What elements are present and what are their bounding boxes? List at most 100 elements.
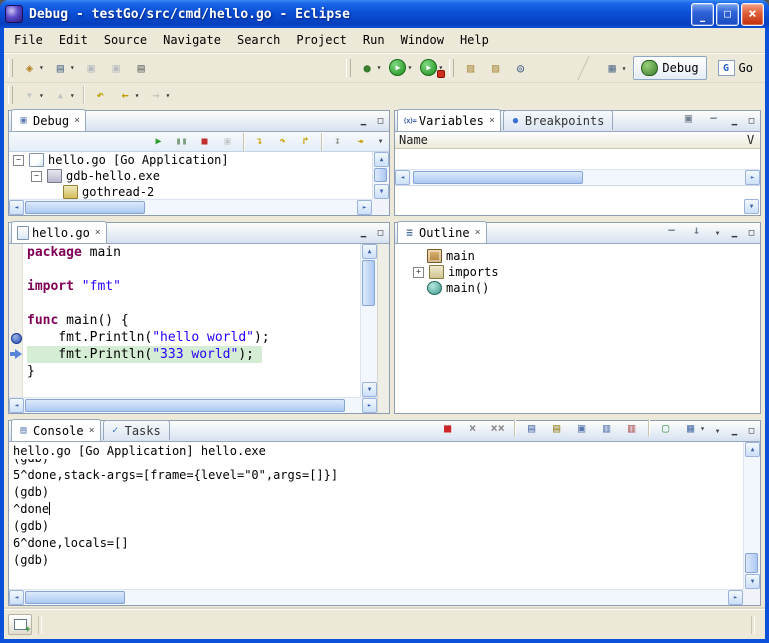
console-output[interactable]: (gdb)5^done,stack-args=[frame={level="0"… — [9, 459, 743, 589]
terminate-button[interactable]: ■ — [436, 415, 459, 441]
scroll-left-button[interactable]: ◄ — [395, 170, 410, 185]
close-icon[interactable]: × — [89, 425, 95, 436]
maximize-view-button[interactable]: □ — [372, 114, 389, 129]
view-menu-icon[interactable]: ▼ — [372, 134, 389, 149]
dropdown-arrow-icon[interactable]: ▾ — [39, 91, 44, 100]
save-button[interactable]: ▣ — [80, 55, 103, 81]
instruction-pointer-marker[interactable] — [10, 349, 22, 359]
last-edit-location-button[interactable]: ↶ — [89, 82, 112, 108]
code-line[interactable]: fmt.Println("hello world"); — [27, 329, 360, 346]
view-menu-icon[interactable]: ▼ — [709, 226, 726, 241]
titlebar[interactable]: Debug - testGo/src/cmd/hello.go - Eclips… — [0, 0, 769, 28]
suspend-button[interactable]: ▮▮ — [171, 132, 192, 152]
show-type-names-button[interactable]: ▣ — [677, 105, 700, 131]
scroll-up-button[interactable]: ▲ — [374, 152, 389, 167]
close-icon[interactable]: × — [489, 115, 495, 126]
new-wizard-button[interactable]: ◈▾ — [18, 55, 47, 81]
dropdown-arrow-icon[interactable]: ▾ — [70, 91, 75, 100]
scroll-up-button[interactable]: ▲ — [745, 442, 760, 457]
menu-run[interactable]: Run — [355, 30, 393, 50]
close-icon[interactable]: × — [95, 227, 101, 238]
dropdown-arrow-icon[interactable]: ▾ — [407, 63, 412, 72]
dropdown-arrow-icon[interactable]: ▾ — [39, 63, 44, 72]
open-type-button[interactable]: ▨ — [484, 55, 507, 81]
vertical-scrollbar[interactable]: ▲ ▼ — [743, 442, 760, 589]
scroll-right-button[interactable]: ► — [357, 200, 372, 215]
dropdown-arrow-icon[interactable]: ▾ — [622, 64, 627, 73]
maximize-view-button[interactable]: □ — [743, 424, 760, 439]
tree-item[interactable]: main() — [409, 280, 760, 296]
minimize-view-button[interactable]: ▁ — [726, 114, 743, 129]
tree-item[interactable]: main — [409, 248, 760, 264]
scrollbar-thumb[interactable] — [413, 171, 583, 184]
close-button[interactable]: × — [741, 3, 764, 26]
drop-to-frame-button[interactable]: ↧ — [327, 132, 348, 152]
minimize-view-button[interactable]: ▁ — [726, 424, 743, 439]
view-menu-icon[interactable]: ▼ — [709, 424, 726, 439]
editor-gutter[interactable] — [9, 244, 23, 397]
scrollbar-thumb[interactable] — [25, 201, 145, 214]
collapse-toggle-icon[interactable]: − — [13, 155, 24, 166]
collapse-all-button[interactable]: − — [702, 105, 725, 131]
minimize-view-button[interactable]: ▁ — [355, 226, 372, 241]
code-line[interactable]: } — [27, 363, 360, 380]
perspective-button-go[interactable]: Go — [710, 56, 761, 80]
tree-item[interactable]: gothread-2 — [9, 184, 372, 199]
tab-variables[interactable]: Variables× — [397, 109, 501, 131]
tree-item[interactable]: −gdb-hello.exe — [9, 168, 372, 184]
scrollbar-thumb[interactable] — [25, 591, 125, 604]
remove-launch-button[interactable]: × — [461, 415, 484, 441]
open-resource-button[interactable]: ▨ — [459, 55, 482, 81]
close-icon[interactable]: × — [475, 227, 481, 238]
code-line[interactable]: func main() { — [27, 312, 360, 329]
horizontal-scrollbar[interactable]: ◄ ► — [9, 397, 377, 413]
variables-detail-pane[interactable]: ▼ — [395, 185, 760, 215]
tab-console[interactable]: Console× — [11, 419, 101, 441]
tab-breakpoints[interactable]: Breakpoints — [503, 110, 613, 130]
scroll-lock-button[interactable]: ▤ — [545, 415, 568, 441]
menu-source[interactable]: Source — [96, 30, 155, 50]
pin-console-button[interactable]: ▣ — [570, 415, 593, 441]
scroll-left-button[interactable]: ◄ — [9, 200, 24, 215]
previous-annotation-button[interactable]: ▴▾ — [49, 82, 78, 108]
scroll-left-button[interactable]: ◄ — [9, 590, 24, 605]
collapse-toggle-icon[interactable]: − — [31, 171, 42, 182]
menu-navigate[interactable]: Navigate — [155, 30, 229, 50]
horizontal-scrollbar[interactable]: ◄ ► — [9, 589, 743, 605]
maximize-view-button[interactable]: □ — [372, 226, 389, 241]
code-line[interactable]: import "fmt" — [27, 278, 360, 295]
variables-column-header[interactable]: Name V — [395, 132, 760, 149]
horizontal-scrollbar[interactable]: ◄ ► — [9, 199, 372, 215]
menu-search[interactable]: Search — [229, 30, 288, 50]
back-button[interactable]: ←▾ — [114, 82, 143, 108]
display-selected-console-button[interactable]: ▢ — [654, 415, 677, 441]
run-button[interactable]: ▶▾ — [386, 55, 415, 81]
maximize-view-button[interactable]: □ — [743, 226, 760, 241]
column-value[interactable]: V — [747, 133, 756, 147]
scroll-right-button[interactable]: ► — [745, 170, 760, 185]
minimize-view-button[interactable]: ▁ — [355, 114, 372, 129]
horizontal-scrollbar[interactable]: ◄ ► — [395, 169, 760, 185]
scrollbar-thumb[interactable] — [362, 260, 375, 306]
minimize-view-button[interactable]: ▁ — [726, 226, 743, 241]
next-annotation-button[interactable]: ▾▾ — [18, 82, 47, 108]
scroll-down-button[interactable]: ▼ — [745, 574, 760, 589]
use-step-filters-button[interactable]: ↠ — [350, 132, 371, 152]
scroll-down-button[interactable]: ▼ — [374, 184, 389, 199]
fast-view-button[interactable] — [8, 614, 32, 635]
vertical-scrollbar[interactable]: ▲ ▼ — [372, 152, 389, 199]
show-on-stdout-button[interactable]: ▥ — [595, 415, 618, 441]
dropdown-arrow-icon[interactable]: ▾ — [70, 63, 75, 72]
scrollbar-thumb[interactable] — [374, 168, 387, 182]
maximize-button[interactable]: □ — [716, 3, 739, 26]
expand-toggle-icon[interactable]: + — [413, 267, 424, 278]
tab-tasks[interactable]: Tasks — [103, 420, 170, 440]
dropdown-arrow-icon[interactable]: ▾ — [377, 63, 382, 72]
maximize-view-button[interactable]: □ — [743, 114, 760, 129]
code-line[interactable] — [27, 261, 360, 278]
code-line[interactable]: package main — [27, 244, 360, 261]
step-return-button[interactable]: ↱ — [295, 132, 316, 152]
breakpoint-marker[interactable] — [11, 333, 22, 344]
code-line[interactable] — [27, 295, 360, 312]
clear-console-button[interactable]: ▤ — [520, 415, 543, 441]
